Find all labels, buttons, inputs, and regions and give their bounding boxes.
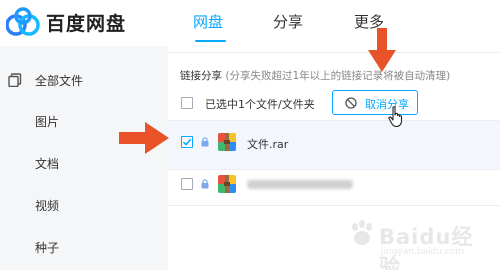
section-header: 链接分享 (分享失败超过1年以上的链接记录将被自动清理)	[180, 68, 450, 83]
blurred-file-name[interactable]	[247, 180, 353, 189]
file-row[interactable]: 文件.rar	[168, 121, 500, 169]
files-icon	[8, 73, 22, 87]
checkmark-icon	[182, 138, 192, 146]
sidebar-item-label: 文档	[35, 157, 60, 171]
section-hint: (分享失败超过1年以上的链接记录将被自动清理)	[225, 70, 451, 82]
active-tab-indicator	[195, 40, 226, 42]
rar-archive-icon	[218, 133, 236, 151]
section-title: 链接分享	[180, 70, 222, 82]
app-header: 百度网盘 网盘 分享 更多	[0, 0, 500, 46]
watermark-subtext: jingyan.baidu.com	[381, 247, 465, 257]
baidu-netdisk-logo-icon	[6, 7, 40, 36]
divider	[168, 205, 500, 206]
baidu-jingyan-watermark: Baidu经验 jingyan.baidu.com	[345, 212, 495, 270]
sidebar-item-label: 全部文件	[35, 74, 84, 88]
selection-count-text: 已选中1个文件/文件夹	[205, 98, 315, 111]
divider	[168, 52, 500, 53]
sidebar-item-label: 视频	[35, 199, 60, 213]
lock-icon	[201, 137, 209, 147]
sidebar-item-label: 图片	[35, 115, 60, 129]
sidebar-item-torrents[interactable]: 种子	[0, 227, 168, 267]
rar-archive-icon	[218, 175, 236, 193]
divider	[168, 169, 500, 170]
tab-netdisk[interactable]: 网盘	[193, 11, 223, 32]
select-all-checkbox[interactable]	[181, 97, 193, 109]
watermark-text: Baidu经验	[379, 225, 474, 270]
paw-logo-icon	[352, 220, 372, 245]
sidebar-item-videos[interactable]: 视频	[0, 185, 168, 225]
lock-icon	[201, 179, 209, 189]
annotation-arrow-down-icon	[368, 28, 396, 72]
sidebar-item-all-files[interactable]: 全部文件	[0, 60, 168, 100]
file-checkbox[interactable]	[181, 136, 193, 148]
app-brand-title: 百度网盘	[46, 13, 127, 35]
hand-pointer-icon	[388, 106, 403, 128]
no-entry-icon	[345, 97, 357, 109]
file-name[interactable]: 文件.rar	[247, 136, 288, 152]
sidebar: 全部文件 图片 文档 视频 种子	[0, 46, 168, 270]
file-checkbox[interactable]	[181, 178, 193, 190]
tab-share[interactable]: 分享	[273, 11, 303, 32]
sidebar-item-label: 种子	[35, 241, 60, 255]
annotation-arrow-right-icon	[119, 122, 169, 154]
